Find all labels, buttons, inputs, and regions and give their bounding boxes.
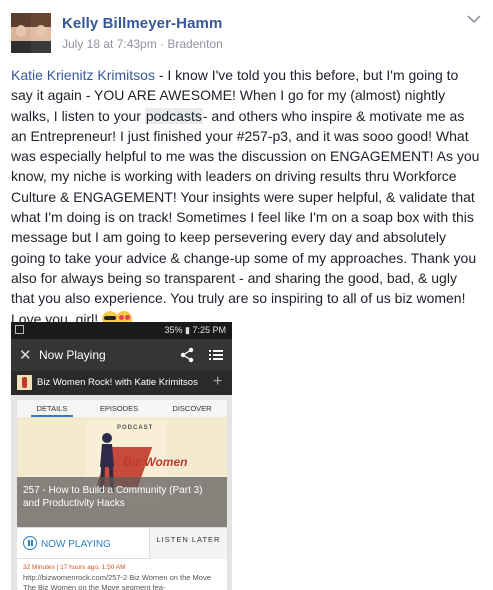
episode-artwork: PODCAST Biz Women 257 - How to Build a C… — [17, 417, 227, 527]
podcast-thumbnail — [17, 375, 32, 390]
chevron-down-icon[interactable] — [467, 14, 481, 24]
now-playing-button[interactable]: NOW PLAYING — [23, 536, 111, 550]
post-text-part-2: - and others who inspire & motivate me a… — [11, 107, 480, 327]
list-menu-icon[interactable] — [209, 348, 223, 362]
episode-card: DETAILS EPISODES DISCOVER PODCAST Biz Wo… — [17, 400, 227, 590]
app-title: Now Playing — [39, 348, 106, 362]
pause-circle-icon — [23, 536, 37, 550]
author-name[interactable]: Kelly Billmeyer-Hamm — [62, 15, 222, 32]
podcast-name: Biz Women Rock! with Katie Krimitsos — [37, 377, 198, 388]
tab-details[interactable]: DETAILS — [31, 404, 73, 417]
close-icon[interactable]: ✕ — [19, 346, 32, 364]
post-meta[interactable]: July 18 at 7:43pm · Bradenton — [62, 37, 223, 51]
post-body: Katie Krienitz Krimitsos - I know I've t… — [11, 65, 483, 329]
playback-controls: NOW PLAYING LISTEN LATER — [17, 527, 227, 559]
episode-description: http://bizwomenrock.com/257-2 Biz Women … — [23, 573, 211, 590]
podcasts-link[interactable]: podcasts — [144, 107, 203, 124]
mention-link[interactable]: Katie Krienitz Krimitsos — [11, 67, 155, 83]
author-avatar[interactable] — [11, 13, 51, 53]
notification-icon — [15, 325, 24, 334]
phone-status-bar: 35% ▮ 7:25 PM — [11, 322, 232, 339]
episode-title: 257 - How to Build a Community (Part 3) … — [17, 477, 227, 527]
listen-later-button[interactable]: LISTEN LATER — [149, 528, 227, 559]
post-header: Kelly Billmeyer-Hamm July 18 at 7:43pm ·… — [0, 0, 493, 62]
tab-episodes[interactable]: EPISODES — [95, 404, 143, 413]
podcast-bar[interactable]: Biz Women Rock! with Katie Krimitsos + — [11, 371, 232, 395]
plus-icon[interactable]: + — [213, 373, 222, 391]
app-bar: ✕ Now Playing — [11, 339, 232, 371]
status-text: 35% ▮ 7:25 PM — [164, 325, 226, 335]
now-playing-label: NOW PLAYING — [41, 539, 111, 550]
artwork-logo: Biz Women — [123, 455, 188, 469]
episode-meta: 32 Minutes | 17 hours ago, 1:50 AM — [23, 564, 126, 571]
attached-screenshot[interactable]: 35% ▮ 7:25 PM ✕ Now Playing Biz Women Ro… — [11, 322, 232, 590]
artwork-podcast-word: PODCAST — [117, 425, 154, 431]
tab-discover[interactable]: DISCOVER — [167, 404, 217, 413]
tab-bar: DETAILS EPISODES DISCOVER — [17, 400, 227, 417]
share-icon[interactable] — [179, 347, 195, 363]
